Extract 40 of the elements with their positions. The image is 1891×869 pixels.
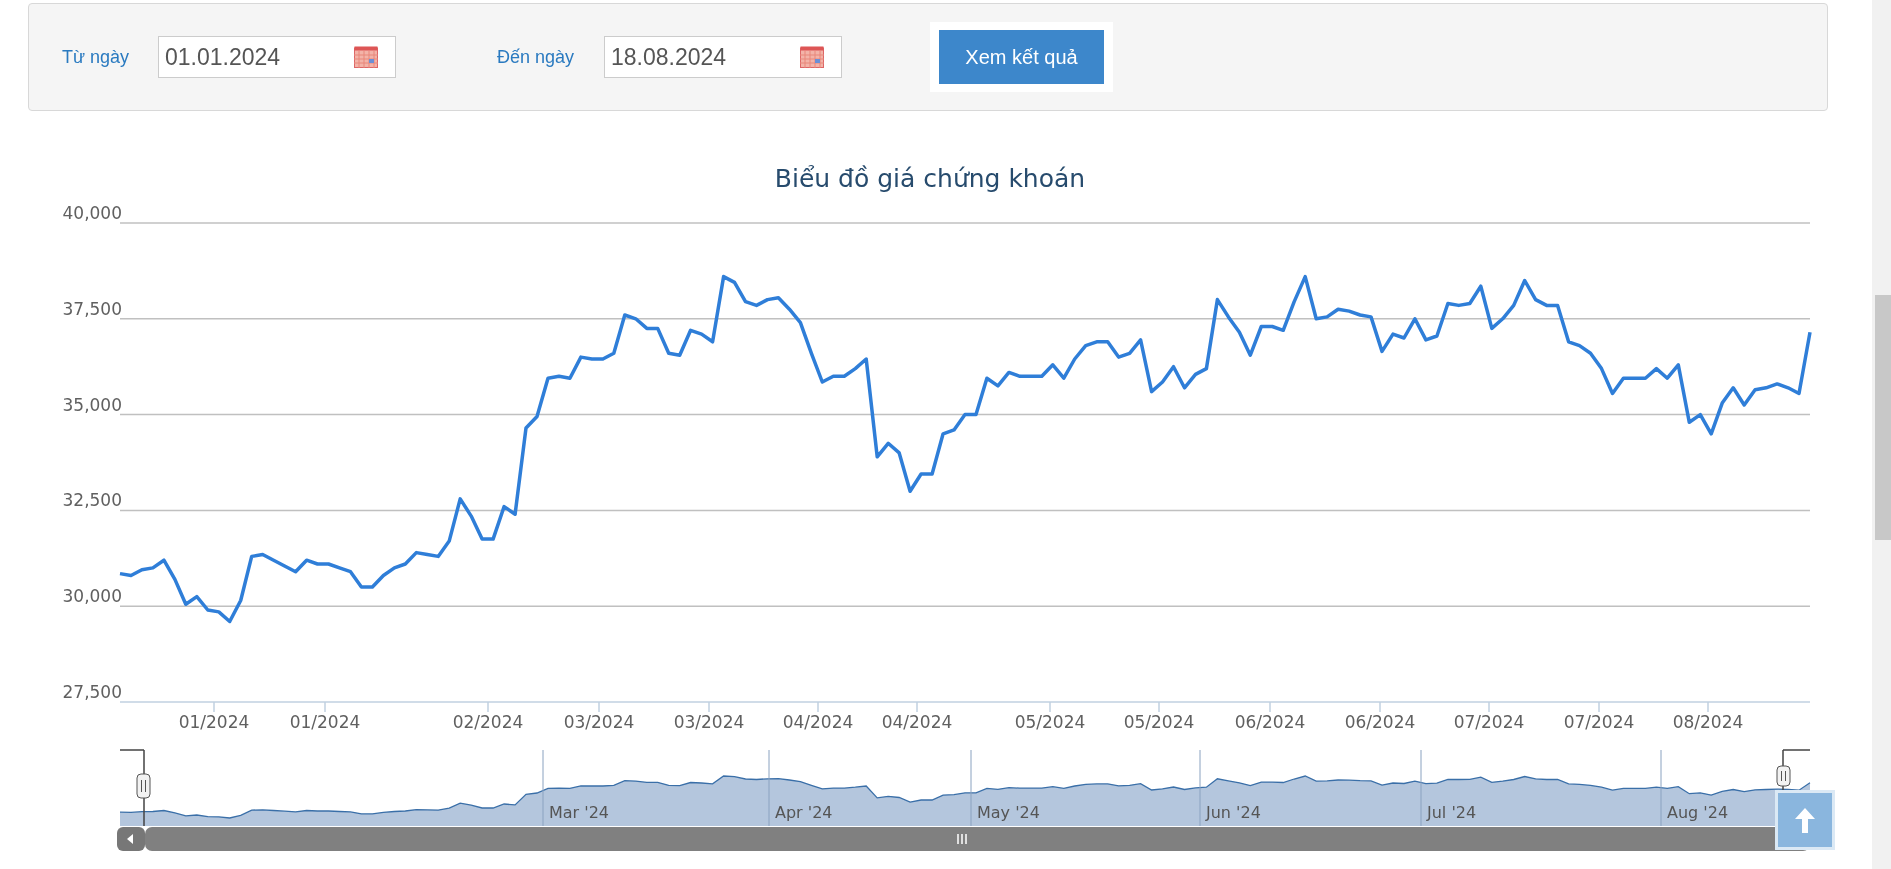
calendar-icon[interactable] (800, 46, 824, 68)
x-axis-label: 08/2024 (1672, 712, 1744, 732)
chart-title: Biểu đồ giá chứng khoán (774, 164, 1086, 193)
x-axis-label: 06/2024 (1234, 712, 1306, 732)
x-axis-label: 07/2024 (1563, 712, 1635, 732)
y-axis-label: 30,000 (62, 586, 122, 607)
to-date-field[interactable]: 18.08.2024 (604, 36, 842, 78)
y-axis-label: 40,000 (62, 203, 122, 223)
navigator-label: Jun '24 (1206, 803, 1261, 822)
from-date-field[interactable]: 01.01.2024 (158, 36, 396, 78)
navigator-label: Mar '24 (549, 803, 610, 822)
navigator-label: Aug '24 (1667, 803, 1729, 822)
navigator-label: May '24 (977, 803, 1040, 822)
x-axis-label: 05/2024 (1014, 712, 1086, 732)
up-arrow-icon (1794, 806, 1816, 834)
submit-button[interactable]: Xem kết quả (939, 30, 1104, 84)
x-axis-label: 05/2024 (1123, 712, 1195, 732)
range-handle[interactable] (1776, 765, 1791, 787)
scrollbar-thumb[interactable] (1875, 295, 1891, 540)
calendar-icon[interactable] (354, 46, 378, 68)
scroll-left-button[interactable] (117, 827, 145, 851)
x-axis-label: 02/2024 (452, 712, 524, 732)
x-axis-label: 04/2024 (881, 712, 953, 732)
x-axis-label: 06/2024 (1344, 712, 1416, 732)
range-handle[interactable] (136, 773, 151, 799)
navigator-label: Apr '24 (775, 803, 833, 822)
y-axis-label: 32,500 (62, 490, 122, 511)
x-axis-label: 01/2024 (289, 712, 361, 732)
y-axis-label: 35,000 (62, 394, 122, 415)
x-axis-label: 07/2024 (1453, 712, 1525, 732)
page-scrollbar[interactable] (1872, 0, 1891, 869)
y-axis-label: 37,500 (62, 298, 122, 319)
from-date-label: Từ ngày (62, 46, 131, 68)
x-axis-label: 03/2024 (673, 712, 745, 732)
navigator-label: Jul '24 (1427, 803, 1477, 822)
to-date-label: Đến ngày (497, 46, 576, 68)
y-axis-label: 27,500 (62, 682, 122, 702)
x-axis-label: 01/2024 (178, 712, 250, 732)
x-axis-label: 03/2024 (563, 712, 635, 732)
x-axis-label: 04/2024 (782, 712, 854, 732)
